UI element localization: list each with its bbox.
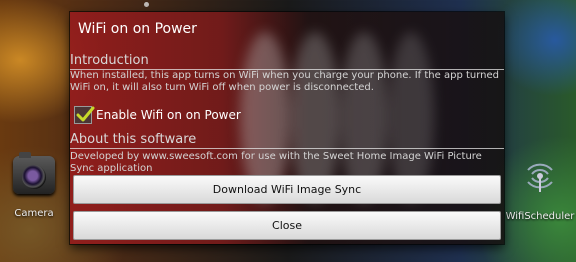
divider	[70, 148, 504, 149]
enable-wifi-checkbox-row[interactable]: Enable Wifi on on Power	[74, 104, 241, 126]
camera-app-shortcut[interactable]: Camera	[6, 152, 62, 219]
checkmark-icon	[76, 106, 95, 122]
wifi-antenna-icon	[527, 163, 553, 192]
camera-app-label: Camera	[14, 208, 54, 219]
introduction-heading: Introduction	[70, 53, 149, 68]
wifischeduler-app-shortcut[interactable]: WifiScheduler	[505, 156, 575, 222]
enable-wifi-label: Enable Wifi on on Power	[96, 108, 241, 122]
download-wifi-image-sync-button[interactable]: Download WiFi Image Sync	[73, 175, 501, 204]
close-button[interactable]: Close	[73, 211, 501, 240]
wifischeduler-app-label: WifiScheduler	[505, 211, 575, 222]
wifi-on-power-dialog: WiFi on on Power Introduction When insta…	[70, 12, 504, 244]
about-text: Developed by www.sweesoft.com for use wi…	[70, 151, 482, 174]
introduction-section: Introduction	[70, 53, 504, 70]
about-section: About this software	[70, 132, 504, 149]
introduction-text: When installed, this app turns on WiFi w…	[70, 70, 499, 93]
dialog-title: WiFi on on Power	[78, 21, 197, 37]
page-indicator-dots	[0, 0, 576, 10]
about-heading: About this software	[70, 132, 197, 147]
enable-wifi-checkbox[interactable]	[74, 106, 95, 124]
camera-icon	[13, 152, 55, 194]
